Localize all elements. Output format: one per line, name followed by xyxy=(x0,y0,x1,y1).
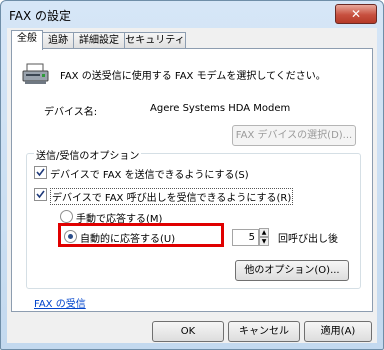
title-bar: FAX の設定 ✕ xyxy=(1,1,383,28)
device-name-label: デバイス名: xyxy=(44,107,98,118)
rings-spinner[interactable]: ▲ ▼ xyxy=(259,228,269,246)
tab-general[interactable]: 全般 xyxy=(11,30,43,50)
tab-advanced[interactable]: 詳細設定 xyxy=(73,32,125,49)
fax-receive-link[interactable]: FAX の受信 xyxy=(34,295,86,310)
receive-checkbox-label[interactable]: デバイスで FAX 呼び出しを受信できるようにする(R) xyxy=(50,188,294,205)
auto-answer-radio[interactable] xyxy=(64,230,77,243)
device-name-value: Agere Systems HDA Modem xyxy=(150,103,291,114)
fax-printer-icon xyxy=(22,63,49,84)
send-checkbox-label[interactable]: デバイスで FAX を送信できるようにする(S) xyxy=(50,166,249,181)
general-tab-panel: FAX の送受信に使用する FAX モデムを選択してください。 デバイス名: A… xyxy=(11,48,373,312)
receive-checkbox[interactable] xyxy=(34,188,47,201)
cancel-button[interactable]: キャンセル xyxy=(228,321,300,342)
manual-answer-radio[interactable] xyxy=(60,210,73,223)
spin-down-icon[interactable]: ▼ xyxy=(259,237,269,246)
rings-count-input[interactable]: 5 xyxy=(232,229,259,246)
checkmark-icon xyxy=(36,168,45,177)
options-group-title: 送信/受信のオプション xyxy=(34,147,142,162)
tab-security[interactable]: セキュリティ xyxy=(124,32,186,49)
window-title: FAX の設定 xyxy=(9,9,72,23)
spin-up-icon[interactable]: ▲ xyxy=(259,228,269,237)
description-text: FAX の送受信に使用する FAX モデムを選択してください。 xyxy=(60,71,326,82)
ok-button[interactable]: OK xyxy=(152,321,224,342)
select-fax-device-button[interactable]: FAX デバイスの選択(D)... xyxy=(232,125,356,146)
more-options-button[interactable]: 他のオプション(O)... xyxy=(235,260,349,281)
dialog-client-area: 全般 追跡 詳細設定 セキュリティ FAX の送受信に使用する FAX モデムを… xyxy=(7,28,377,343)
checkmark-icon xyxy=(36,190,45,199)
send-checkbox[interactable] xyxy=(34,166,47,179)
auto-answer-label[interactable]: 自動的に応答する(U) xyxy=(80,230,175,245)
close-button[interactable]: ✕ xyxy=(335,4,377,24)
fax-settings-window: FAX の設定 ✕ 全般 追跡 詳細設定 セキュリティ FAX の送受信に使用す… xyxy=(0,0,384,350)
rings-suffix-label: 回呼び出し後 xyxy=(278,234,338,245)
radio-selected-dot xyxy=(68,234,73,239)
apply-button[interactable]: 適用(A) xyxy=(304,321,372,342)
tab-tracking[interactable]: 追跡 xyxy=(42,32,74,49)
